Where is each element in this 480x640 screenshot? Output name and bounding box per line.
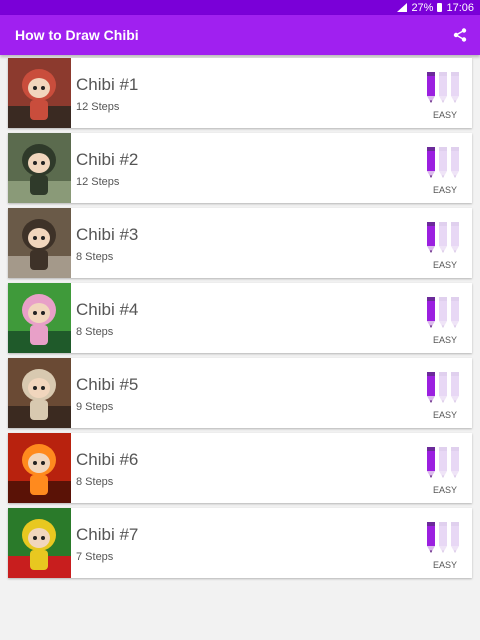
difficulty-label: EASY xyxy=(432,110,457,120)
item-title: Chibi #3 xyxy=(76,225,139,244)
status-bar: 27% 17:06 xyxy=(0,0,480,15)
chibi-thumbnail xyxy=(8,433,71,503)
list-item[interactable]: Chibi #1 12 Steps EASY xyxy=(8,58,472,128)
item-title: Chibi #1 xyxy=(76,75,139,94)
item-steps: 8 Steps xyxy=(76,251,114,263)
battery-percent: 27% xyxy=(411,1,434,14)
app-title: How to Draw Chibi xyxy=(15,27,139,43)
list-item[interactable]: Chibi #6 8 Steps EASY xyxy=(8,433,472,503)
chibi-thumbnail xyxy=(8,283,71,353)
list-item[interactable]: Chibi #4 8 Steps EASY xyxy=(8,283,472,353)
pencil-icon-filled xyxy=(427,222,435,253)
list-item[interactable]: Chibi #2 12 Steps EASY xyxy=(8,133,472,203)
chibi-thumbnail xyxy=(8,58,71,128)
chibi-thumbnail xyxy=(8,208,71,278)
pencil-icon-empty xyxy=(451,222,459,253)
pencil-icon-empty xyxy=(439,372,447,403)
item-steps: 9 Steps xyxy=(76,401,114,413)
item-steps: 8 Steps xyxy=(76,326,114,338)
signal-icon xyxy=(397,3,408,12)
difficulty-label: EASY xyxy=(432,260,457,270)
battery-icon xyxy=(437,3,443,12)
difficulty-indicator: EASY xyxy=(425,147,465,197)
pencil-icon-empty xyxy=(439,72,447,103)
item-steps: 12 Steps xyxy=(76,176,120,188)
pencil-icon-filled xyxy=(427,297,435,328)
app-bar: How to Draw Chibi xyxy=(0,15,480,55)
pencil-icon-filled xyxy=(427,72,435,103)
difficulty-indicator: EASY xyxy=(425,522,465,572)
item-title: Chibi #2 xyxy=(76,150,139,169)
item-title: Chibi #4 xyxy=(76,300,139,319)
difficulty-indicator: EASY xyxy=(425,372,465,422)
pencil-icon-empty xyxy=(439,522,447,553)
difficulty-indicator: EASY xyxy=(425,72,465,122)
chibi-thumbnail xyxy=(8,358,71,428)
difficulty-label: EASY xyxy=(432,335,457,345)
item-steps: 8 Steps xyxy=(76,476,114,488)
pencil-icon-filled xyxy=(427,147,435,178)
difficulty-indicator: EASY xyxy=(425,447,465,497)
item-title: Chibi #6 xyxy=(76,450,139,469)
list-item[interactable]: Chibi #3 8 Steps EASY xyxy=(8,208,472,278)
pencil-icon-empty xyxy=(451,522,459,553)
pencil-icon-filled xyxy=(427,522,435,553)
pencil-icon-empty xyxy=(451,147,459,178)
item-title: Chibi #5 xyxy=(76,375,139,394)
pencil-icon-empty xyxy=(451,447,459,478)
pencil-icon-empty xyxy=(439,297,447,328)
clock: 17:06 xyxy=(446,1,474,14)
chibi-thumbnail xyxy=(8,133,71,203)
difficulty-indicator: EASY xyxy=(425,222,465,272)
difficulty-label: EASY xyxy=(432,185,457,195)
item-steps: 7 Steps xyxy=(76,551,114,563)
pencil-icon-empty xyxy=(451,72,459,103)
item-title: Chibi #7 xyxy=(76,525,139,544)
difficulty-label: EASY xyxy=(432,485,457,495)
difficulty-label: EASY xyxy=(432,560,457,570)
pencil-icon-empty xyxy=(439,147,447,178)
share-button[interactable] xyxy=(452,27,468,43)
list-item[interactable]: Chibi #5 9 Steps EASY xyxy=(8,358,472,428)
pencil-icon-filled xyxy=(427,372,435,403)
difficulty-label: EASY xyxy=(432,410,457,420)
list-item[interactable]: Chibi #7 7 Steps EASY xyxy=(8,508,472,578)
pencil-icon-empty xyxy=(451,297,459,328)
chibi-thumbnail xyxy=(8,508,71,578)
item-steps: 12 Steps xyxy=(76,101,120,113)
pencil-icon-filled xyxy=(427,447,435,478)
drawing-list: Chibi #1 12 Steps EASY Chibi #2 12 Steps… xyxy=(8,58,472,583)
pencil-icon-empty xyxy=(451,372,459,403)
pencil-icon-empty xyxy=(439,447,447,478)
share-icon xyxy=(453,28,467,42)
difficulty-indicator: EASY xyxy=(425,297,465,347)
pencil-icon-empty xyxy=(439,222,447,253)
